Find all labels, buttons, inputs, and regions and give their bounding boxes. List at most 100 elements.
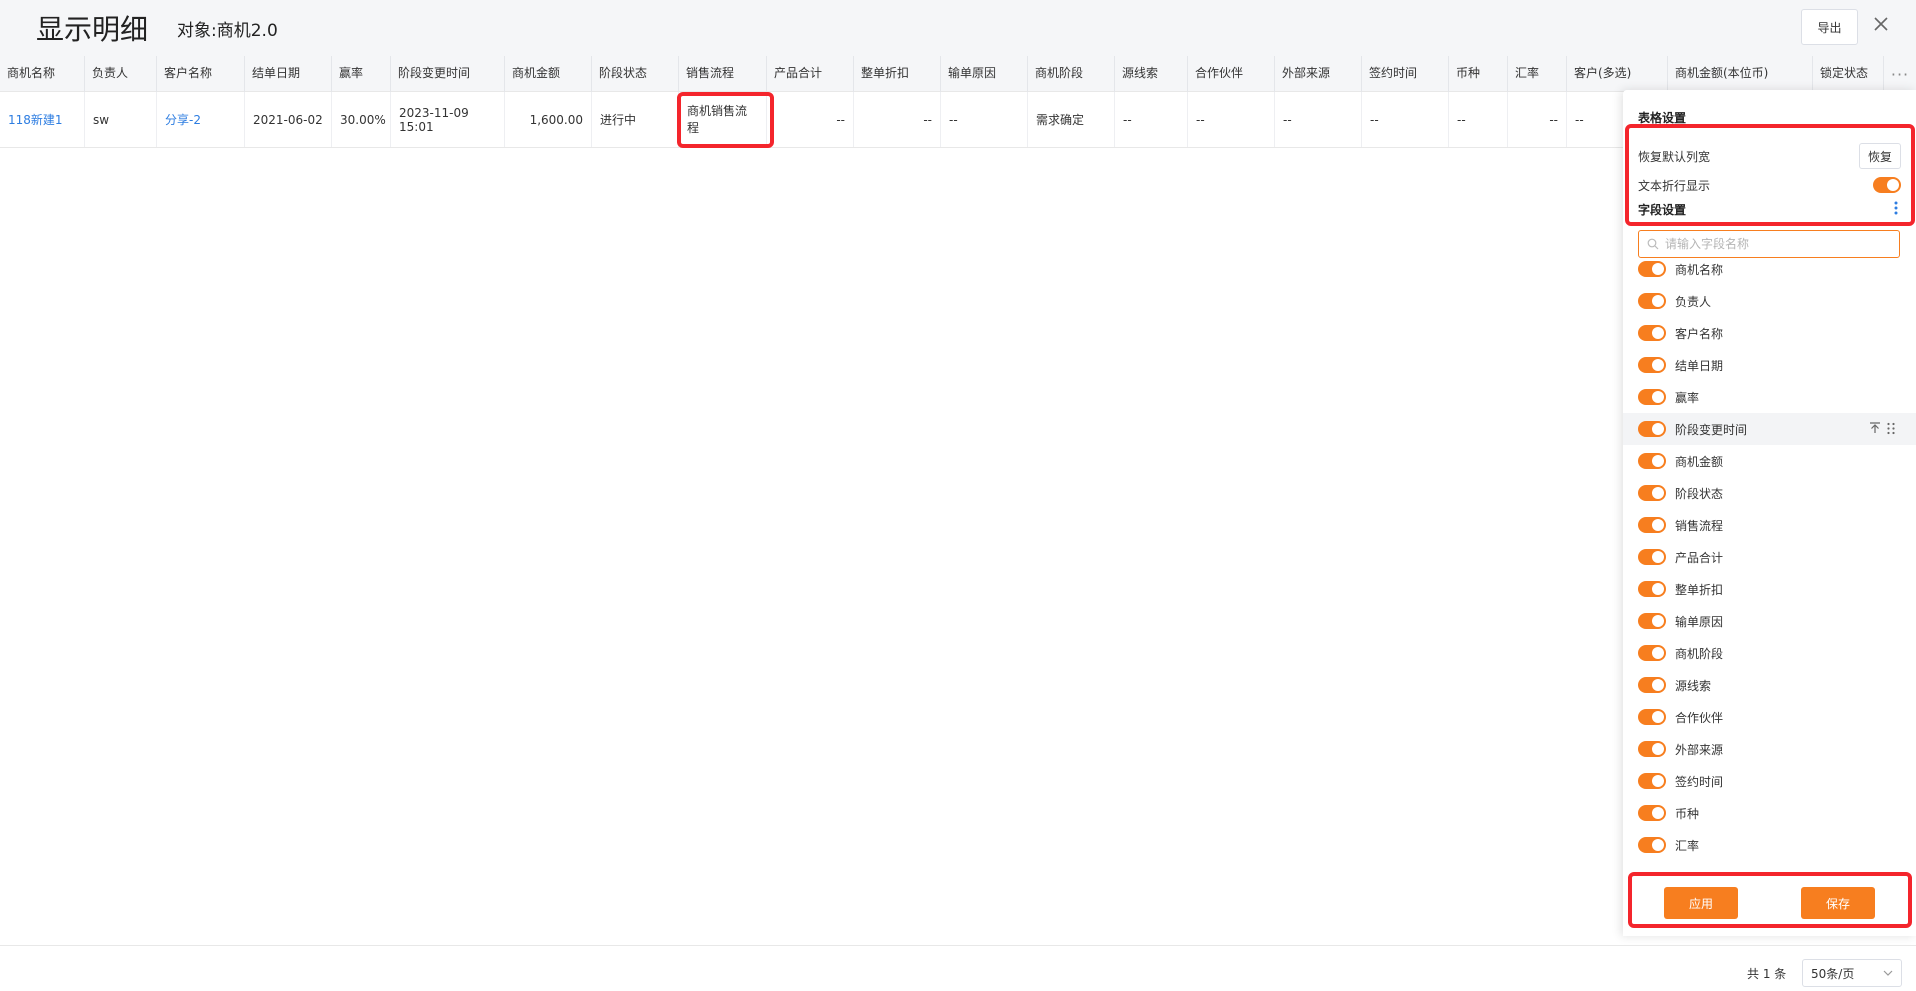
save-button[interactable]: 保存 [1801,887,1875,919]
field-item[interactable]: 负责人 [1623,285,1916,317]
field-label: 结单日期 [1675,359,1724,373]
field-item[interactable]: 商机名称 [1623,253,1916,285]
table-header: 商机名称 负责人 客户名称 结单日期 赢率 阶段变更时间 商机金额 阶段状态 销… [0,56,1916,92]
table-cell: 2023-11-09 15:01 [391,92,505,147]
column-header[interactable]: 负责人 [85,56,157,92]
field-item[interactable]: 整单折扣 [1623,573,1916,605]
column-header[interactable]: 商机名称 [0,56,85,92]
field-item[interactable]: 汇率 [1623,829,1916,861]
wrap-text-toggle[interactable] [1873,177,1901,193]
column-header[interactable]: 合作伙伴 [1188,56,1275,92]
table-cell[interactable]: 分享-2 [157,92,245,147]
column-header[interactable]: 阶段状态 [592,56,679,92]
field-toggle[interactable] [1638,517,1666,533]
table-cell: -- [1115,92,1188,147]
field-toggle[interactable] [1638,389,1666,405]
field-label: 客户名称 [1675,327,1724,341]
column-header[interactable]: 外部来源 [1275,56,1362,92]
column-header[interactable]: 客户名称 [157,56,245,92]
close-icon[interactable] [1870,13,1892,35]
page-size-select[interactable]: 50条/页 [1802,959,1902,987]
field-item[interactable]: 币种 [1623,797,1916,829]
column-header[interactable]: 赢率 [332,56,391,92]
field-label: 合作伙伴 [1675,711,1724,725]
column-header[interactable]: 商机金额(本位币) [1668,56,1813,92]
column-header[interactable]: 签约时间 [1362,56,1449,92]
field-toggle[interactable] [1638,837,1666,853]
field-item[interactable]: 商机金额 [1623,445,1916,477]
column-header[interactable]: 汇率 [1508,56,1567,92]
column-header[interactable]: 源线索 [1115,56,1188,92]
field-label: 商机名称 [1675,263,1724,277]
column-header[interactable]: 结单日期 [245,56,332,92]
field-label: 输单原因 [1675,615,1724,629]
field-label: 源线索 [1675,679,1712,693]
field-toggle[interactable] [1638,261,1666,277]
table-cell: sw [85,92,157,147]
field-label: 阶段变更时间 [1675,423,1748,437]
field-toggle[interactable] [1638,325,1666,341]
column-header[interactable]: 币种 [1449,56,1508,92]
field-toggle[interactable] [1638,613,1666,629]
field-toggle[interactable] [1638,453,1666,469]
table-cell[interactable]: 118新建1 [0,92,85,147]
field-item[interactable]: 阶段状态 [1623,477,1916,509]
column-header[interactable]: 产品合计 [767,56,854,92]
chevron-down-icon [1883,970,1893,976]
field-item[interactable]: 源线索 [1623,669,1916,701]
column-header[interactable]: 整单折扣 [854,56,941,92]
table-cell: 2021-06-02 [245,92,332,147]
field-item[interactable]: 合作伙伴 [1623,701,1916,733]
column-header[interactable]: 客户(多选) [1567,56,1668,92]
table-cell: -- [767,92,854,147]
kebab-menu-icon[interactable] [1890,200,1902,216]
field-toggle[interactable] [1638,485,1666,501]
column-header[interactable]: 销售流程 [679,56,767,92]
column-header[interactable]: 阶段变更时间 [391,56,505,92]
field-item[interactable]: 客户名称 [1623,317,1916,349]
field-label: 赢率 [1675,391,1700,405]
field-item[interactable]: 销售流程 [1623,509,1916,541]
field-toggle[interactable] [1638,741,1666,757]
apply-button[interactable]: 应用 [1664,887,1738,919]
more-icon[interactable]: ··· [1884,56,1916,92]
page-size-value: 50条/页 [1811,966,1855,981]
field-item[interactable]: 阶段变更时间 [1623,413,1916,445]
pin-top-icon[interactable] [1869,422,1881,434]
field-settings-title: 字段设置 [1638,203,1687,217]
page-header: 显示明细 对象:商机2.0 导出 [0,0,1916,56]
export-button[interactable]: 导出 [1801,9,1858,45]
field-search-input[interactable] [1665,237,1885,251]
table-cell: 需求确定 [1028,92,1115,147]
column-header[interactable]: 锁定状态 [1813,56,1884,92]
column-header[interactable]: 输单原因 [941,56,1028,92]
field-toggle[interactable] [1638,357,1666,373]
field-toggle[interactable] [1638,773,1666,789]
field-item[interactable]: 输单原因 [1623,605,1916,637]
table-cell: -- [941,92,1028,147]
field-toggle[interactable] [1638,677,1666,693]
field-toggle[interactable] [1638,293,1666,309]
field-item[interactable]: 签约时间 [1623,765,1916,797]
field-toggle[interactable] [1638,709,1666,725]
column-header[interactable]: 商机金额 [505,56,592,92]
field-toggle[interactable] [1638,421,1666,437]
field-item[interactable]: 外部来源 [1623,733,1916,765]
highlight-box [677,92,774,148]
restore-button[interactable]: 恢复 [1859,143,1901,169]
table-cell: 1,600.00 [505,92,592,147]
field-toggle[interactable] [1638,805,1666,821]
total-count: 共 1 条 [1747,967,1787,981]
column-header[interactable]: 商机阶段 [1028,56,1115,92]
field-label: 整单折扣 [1675,583,1724,597]
field-item[interactable]: 产品合计 [1623,541,1916,573]
field-toggle[interactable] [1638,549,1666,565]
field-item[interactable]: 结单日期 [1623,349,1916,381]
table-cell: 进行中 [592,92,679,147]
drag-handle-icon[interactable] [1886,422,1896,435]
field-toggle[interactable] [1638,645,1666,661]
field-item[interactable]: 赢率 [1623,381,1916,413]
field-toggle[interactable] [1638,581,1666,597]
field-item[interactable]: 商机阶段 [1623,637,1916,669]
table-cell: 30.00% [332,92,391,147]
